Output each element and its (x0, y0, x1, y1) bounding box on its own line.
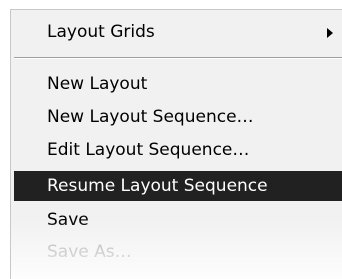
menu-item-label: Resume Layout Sequence (47, 176, 268, 196)
menu-item-label: Edit Layout Sequence… (47, 140, 250, 160)
submenu-arrow-icon (327, 28, 333, 38)
menu-item-new-layout-sequence[interactable]: New Layout Sequence… (14, 102, 342, 132)
menu-item-resume-layout-sequence[interactable]: Resume Layout Sequence (14, 171, 342, 201)
menu-item-edit-layout-sequence[interactable]: Edit Layout Sequence… (14, 135, 342, 165)
menu-item-label: New Layout (47, 74, 148, 94)
menu-item-new-layout[interactable]: New Layout (14, 69, 342, 99)
menu-item-label: Save (47, 210, 89, 230)
menu-separator (14, 57, 342, 59)
context-menu: Layout Grids New Layout New Layout Seque… (10, 9, 342, 279)
menu-item-save-as: Save As… (14, 237, 342, 267)
menu-item-layout-grids[interactable]: Layout Grids (14, 17, 342, 47)
menu-item-label: Layout Grids (47, 22, 155, 42)
menu-item-label: New Layout Sequence… (47, 107, 254, 127)
menu-item-save[interactable]: Save (14, 205, 342, 235)
menu-item-label: Save As… (47, 242, 132, 262)
